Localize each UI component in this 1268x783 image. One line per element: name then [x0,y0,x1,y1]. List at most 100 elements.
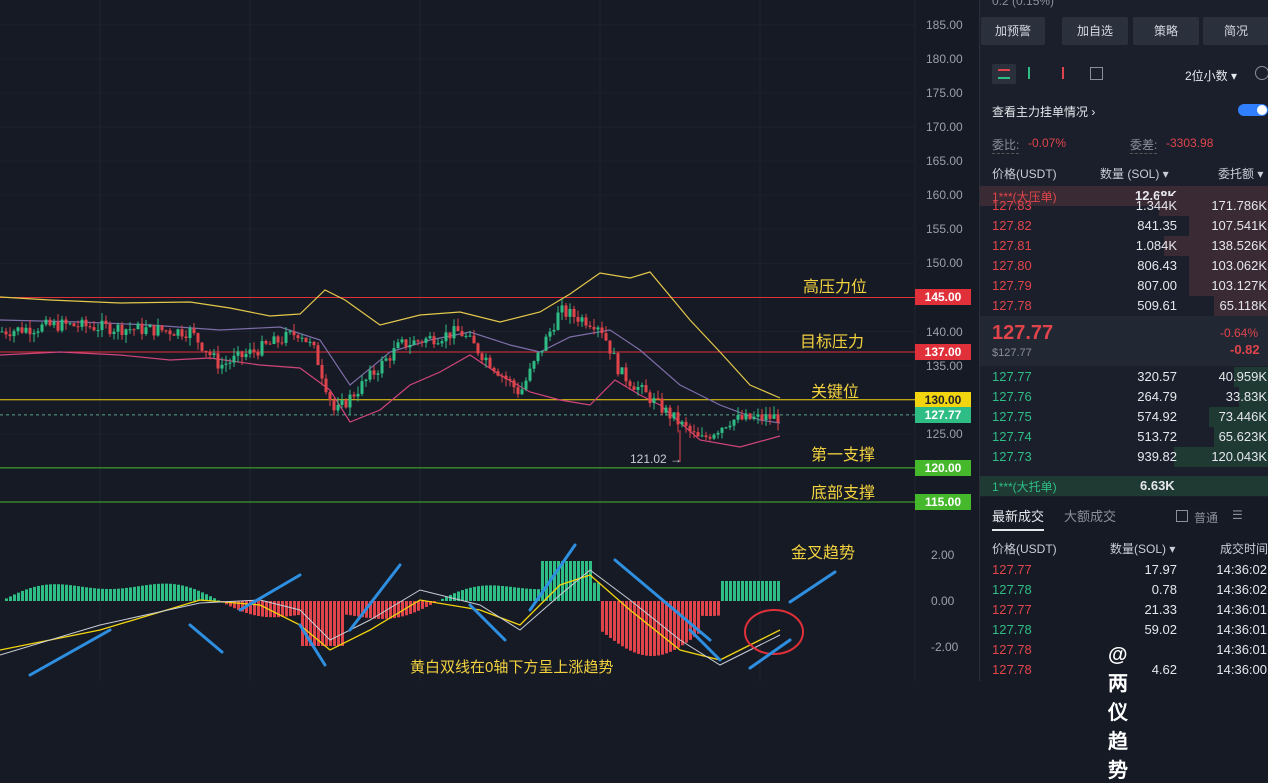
candle-body [249,349,252,353]
candle-body [389,358,392,360]
decimals-value: 2位小数 [1185,69,1228,83]
price-tag: 145.00 [915,289,971,305]
trend-arrow [350,565,400,630]
candle-body [661,398,664,412]
candle-body [177,329,180,335]
candle-body [445,332,448,341]
bid-row[interactable]: 127.74513.7265.623K [980,427,1268,447]
view-both-icon[interactable] [992,64,1016,84]
macd-histogram-bar [525,589,528,601]
bid-row[interactable]: 127.77320.5740.959K [980,367,1268,387]
candle-body [397,342,400,348]
macd-histogram-bar [529,589,532,601]
candle-body [261,341,264,356]
trade-row[interactable]: 127.7717.9714:36:02 [980,560,1268,580]
candle-body [157,325,160,335]
candle-body [281,342,284,343]
trend-arrow [530,545,575,610]
tab-latest-trades[interactable]: 最新成交 [992,506,1044,531]
macd-histogram-bar [473,587,476,601]
cell-price: 127.83 [992,198,1032,213]
ask-row[interactable]: 127.80806.43103.062K [980,256,1268,276]
ask-row[interactable]: 127.78509.6165.118K [980,296,1268,316]
candle-body [413,340,416,345]
macd-histogram-bar [453,593,456,601]
trade-row[interactable]: 127.780.7814:36:02 [980,580,1268,600]
trade-row[interactable]: 127.7859.0214:36:01 [980,620,1268,640]
strategy-button[interactable]: 策略 [1133,17,1199,45]
bid-row[interactable]: 127.73939.82120.043K [980,447,1268,467]
view-asks-icon[interactable] [1062,67,1078,79]
candle-body [133,329,136,330]
ask-row[interactable]: 127.811.084K138.526K [980,236,1268,256]
price-tag: 120.00 [915,460,971,476]
candle-body [5,331,8,334]
candle-body [85,320,88,326]
candle-body [273,336,276,344]
macd-histogram-bar [97,589,100,601]
cell-price: 127.75 [992,409,1032,424]
candle-body [609,340,612,353]
commission-diff-label: 委差: [1130,136,1157,154]
decimals-select[interactable]: 2位小数 ▾ [1185,67,1237,84]
candle-body [465,336,468,337]
view-trades-icon[interactable] [1090,67,1103,80]
trade-row[interactable]: 127.7721.3314:36:01 [980,600,1268,620]
candle-body [493,368,496,371]
macd-histogram-bar [533,589,536,601]
header-price: 价格(USDT) [992,165,1057,182]
macd-histogram-bar [21,591,24,601]
filter-icon[interactable]: ☰ [1232,508,1243,522]
ask-row[interactable]: 127.831.344K171.786K [980,196,1268,216]
golden-cross-circle [745,610,803,654]
candle-body [573,309,576,317]
price-chart[interactable]: 185.00180.00175.00170.00165.00160.00155.… [0,0,978,681]
trades-header-qty[interactable]: 数量(SOL) ▾ [1110,540,1175,557]
macd-histogram-bar [509,587,512,601]
big-bid-label: 1***(大托单) [992,478,1057,495]
candle-body [725,427,728,428]
macd-histogram-bar [657,601,660,655]
candle-body [129,329,132,330]
candle-body [213,353,216,355]
main-orders-toggle[interactable] [1238,104,1268,116]
change-abs: -0.82 [1230,342,1260,357]
add-alert-button[interactable]: 加预警 [981,17,1045,45]
add-watchlist-button[interactable]: 加自选 [1062,17,1128,45]
cell-total: 40.959K [1219,369,1267,384]
cell-qty: 513.72 [1137,429,1177,444]
candle-body [505,376,508,379]
candle-body [285,332,288,343]
candle-body [461,331,464,336]
macd-histogram-bar [109,589,112,601]
header-total[interactable]: 委托额 ▾ [1218,165,1263,182]
y-axis-label: 150.00 [926,256,963,270]
bid-row[interactable]: 127.76264.7933.83K [980,387,1268,407]
tab-large-trades[interactable]: 大额成交 [1064,506,1116,525]
trade-time: 14:36:02 [1216,582,1267,597]
macd-histogram-bar [113,589,116,601]
candle-body [193,328,196,333]
candle-body [33,333,36,334]
bid-row[interactable]: 127.75574.9273.446K [980,407,1268,427]
overview-button[interactable]: 简况 [1203,17,1268,45]
macd-histogram-bar [49,584,52,601]
big-bid-row[interactable]: 1***(大托单) 6.63K [980,476,1268,496]
y-axis-label: 180.00 [926,52,963,66]
normal-checkbox[interactable] [1176,510,1188,522]
candle-body [309,342,312,343]
settings-icon[interactable] [1255,66,1268,80]
view-bids-icon[interactable] [1028,67,1044,79]
header-qty[interactable]: 数量 (SOL) ▾ [1100,165,1169,182]
candle-body [97,330,100,331]
candle-body [581,317,584,321]
candle-body [45,320,48,325]
macd-histogram-bar [373,601,376,619]
cell-qty: 509.61 [1137,298,1177,313]
candle-body [105,321,108,324]
ask-row[interactable]: 127.82841.35107.541K [980,216,1268,236]
main-orders-link[interactable]: 查看主力挂单情况 › [992,103,1095,120]
macd-histogram-bar [645,601,648,656]
ask-row[interactable]: 127.79807.00103.127K [980,276,1268,296]
macd-histogram-bar [53,584,56,601]
